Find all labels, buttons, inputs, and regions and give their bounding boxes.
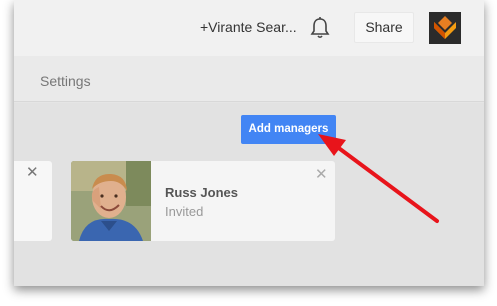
- manager-card: Russ Jones Invited ✕: [71, 161, 335, 241]
- manager-photo: [71, 161, 151, 241]
- bell-icon[interactable]: [309, 16, 331, 40]
- manager-status: Invited: [165, 204, 204, 219]
- close-icon[interactable]: ✕: [315, 167, 328, 182]
- top-bar: +Virante Sear... Share: [14, 0, 484, 56]
- managers-panel: Add managers ✕ Russ Jones Invited ✕: [14, 103, 484, 286]
- account-avatar[interactable]: [429, 12, 461, 44]
- close-icon[interactable]: ✕: [26, 165, 39, 180]
- account-name[interactable]: +Virante Sear...: [200, 19, 296, 35]
- manager-card-partial: ✕: [14, 161, 52, 241]
- share-button[interactable]: Share: [354, 12, 414, 43]
- screenshot: +Virante Sear... Share Settings Add mana…: [0, 0, 497, 306]
- sub-navigation: Settings: [14, 56, 484, 102]
- manager-name: Russ Jones: [165, 185, 238, 200]
- app-window: +Virante Sear... Share Settings Add mana…: [14, 0, 484, 286]
- add-managers-button[interactable]: Add managers: [241, 115, 336, 144]
- settings-tab[interactable]: Settings: [40, 73, 91, 89]
